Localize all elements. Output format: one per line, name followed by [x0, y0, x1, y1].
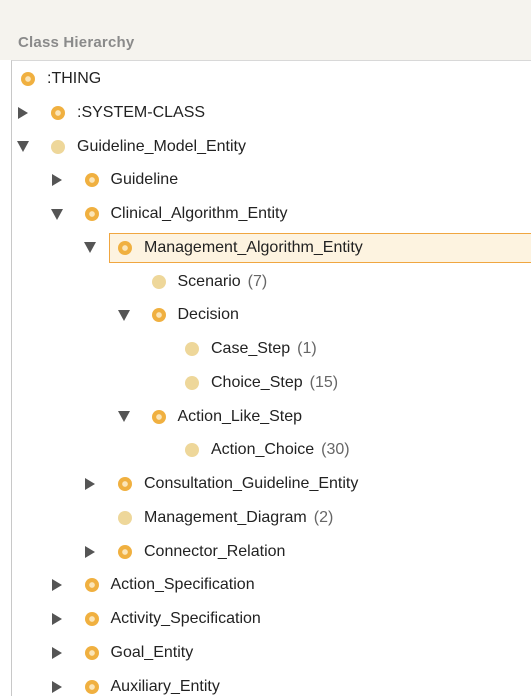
abstract-class-icon [85, 646, 99, 660]
tree-node-label: Case_Step [211, 340, 290, 358]
tree-node[interactable]: Action_Choice (30) [185, 435, 350, 465]
abstract-class-icon [118, 477, 132, 491]
abstract-class-icon [85, 612, 99, 626]
tree-node[interactable]: Guideline_Model_Entity [51, 132, 246, 162]
triangle-right-icon [18, 107, 28, 119]
tree-node-label: Decision [178, 306, 239, 324]
tree-node-label: Action_Choice [211, 441, 314, 459]
collapsed-triangle-icon[interactable] [50, 680, 64, 694]
tree-node[interactable]: Management_Diagram (2) [118, 503, 333, 533]
concrete-class-icon [51, 140, 65, 154]
tree-node-label: Clinical_Algorithm_Entity [111, 205, 288, 223]
tree-node[interactable]: Choice_Step (15) [185, 368, 338, 398]
tree-node-label: Management_Algorithm_Entity [144, 239, 363, 257]
expanded-triangle-icon[interactable] [50, 207, 64, 221]
tree-node-label: :THING [47, 70, 101, 88]
panel-header: Class Hierarchy [0, 0, 531, 60]
triangle-right-icon [85, 478, 95, 490]
abstract-class-icon [118, 241, 132, 255]
tree-node[interactable]: Connector_Relation [118, 537, 285, 567]
triangle-right-icon [52, 681, 62, 693]
tree-node[interactable]: Decision [152, 300, 239, 330]
collapsed-triangle-icon[interactable] [83, 545, 97, 559]
tree-node-label: :SYSTEM-CLASS [77, 104, 205, 122]
instance-count: (1) [297, 340, 317, 358]
tree-node-label: Guideline_Model_Entity [77, 138, 246, 156]
triangle-down-icon [17, 141, 29, 152]
tree-node-label: Connector_Relation [144, 543, 285, 561]
expanded-triangle-icon[interactable] [117, 308, 131, 322]
panel-title: Class Hierarchy [18, 34, 134, 51]
tree-node-label: Consultation_Guideline_Entity [144, 475, 358, 493]
tree-node-label: Action_Like_Step [178, 408, 303, 426]
abstract-class-icon [85, 680, 99, 694]
triangle-down-icon [51, 209, 63, 220]
triangle-down-icon [84, 242, 96, 253]
abstract-class-icon [85, 207, 99, 221]
abstract-class-icon [152, 410, 166, 424]
triangle-down-icon [118, 310, 130, 321]
concrete-class-icon [185, 342, 199, 356]
triangle-right-icon [52, 647, 62, 659]
expanded-triangle-icon[interactable] [16, 140, 30, 154]
instance-count: (15) [310, 374, 338, 392]
tree-node[interactable]: Goal_Entity [85, 638, 194, 668]
tree-node[interactable]: Case_Step (1) [185, 334, 317, 364]
tree-node-label: Activity_Specification [111, 610, 261, 628]
instance-count: (30) [321, 441, 349, 459]
tree-node[interactable]: Action_Like_Step [152, 402, 303, 432]
tree-node[interactable]: Consultation_Guideline_Entity [118, 469, 358, 499]
concrete-class-icon [118, 511, 132, 525]
tree-node[interactable]: :SYSTEM-CLASS [51, 98, 205, 128]
concrete-class-icon [152, 275, 166, 289]
abstract-class-icon [118, 545, 132, 559]
abstract-class-icon [85, 578, 99, 592]
abstract-class-icon [51, 106, 65, 120]
abstract-class-icon [152, 308, 166, 322]
triangle-right-icon [85, 546, 95, 558]
abstract-class-icon [21, 72, 35, 86]
tree-node[interactable]: Scenario (7) [152, 267, 268, 297]
expanded-triangle-icon[interactable] [83, 241, 97, 255]
tree-node-label: Action_Specification [111, 576, 255, 594]
tree-node-label: Management_Diagram [144, 509, 307, 527]
tree-node[interactable]: Clinical_Algorithm_Entity [85, 199, 288, 229]
collapsed-triangle-icon[interactable] [50, 612, 64, 626]
collapsed-triangle-icon[interactable] [50, 173, 64, 187]
class-tree[interactable]: :THING :SYSTEM-CLASS Guideline_Model_Entit… [11, 60, 531, 696]
tree-node-label: Choice_Step [211, 374, 303, 392]
collapsed-triangle-icon[interactable] [16, 106, 30, 120]
concrete-class-icon [185, 376, 199, 390]
concrete-class-icon [185, 443, 199, 457]
tree-node[interactable]: Auxiliary_Entity [85, 672, 220, 696]
tree-node[interactable]: Action_Specification [85, 570, 255, 600]
tree-node[interactable]: Guideline [85, 165, 179, 195]
collapsed-triangle-icon[interactable] [50, 578, 64, 592]
expanded-triangle-icon[interactable] [117, 410, 131, 424]
tree-node-label: Goal_Entity [111, 644, 194, 662]
collapsed-triangle-icon[interactable] [83, 477, 97, 491]
tree-node[interactable]: Activity_Specification [85, 604, 261, 634]
tree-node-label: Scenario [178, 273, 241, 291]
abstract-class-icon [85, 173, 99, 187]
triangle-right-icon [52, 174, 62, 186]
tree-node-label: Guideline [111, 171, 179, 189]
tree-node-label: Auxiliary_Entity [111, 678, 220, 696]
tree-node[interactable]: :THING [21, 64, 101, 94]
collapsed-triangle-icon[interactable] [50, 646, 64, 660]
instance-count: (7) [248, 273, 268, 291]
triangle-right-icon [52, 613, 62, 625]
instance-count: (2) [314, 509, 334, 527]
tree-node[interactable]: Management_Algorithm_Entity [109, 233, 531, 263]
triangle-right-icon [52, 579, 62, 591]
triangle-down-icon [118, 411, 130, 422]
